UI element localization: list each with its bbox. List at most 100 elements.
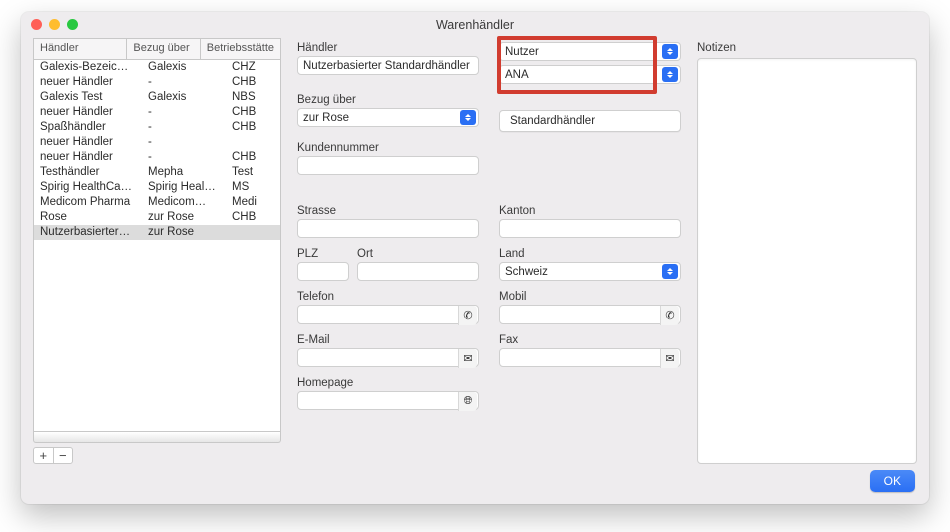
cell-handler: neuer Händler	[34, 105, 142, 120]
dealer-table[interactable]: Galexis-Bezeic…GalexisCHZneuer Händler-C…	[33, 59, 281, 432]
cell-betrieb: CHB	[226, 75, 280, 90]
table-row[interactable]: Galexis-Bezeic…GalexisCHZ	[34, 60, 280, 75]
cell-handler: neuer Händler	[34, 75, 142, 90]
plz-input[interactable]	[297, 262, 349, 281]
table-row[interactable]: Galexis TestGalexisNBS	[34, 90, 280, 105]
cell-bezug: -	[142, 105, 226, 120]
table-row[interactable]: Nutzerbasierter…zur Rose	[34, 225, 280, 240]
titlebar: Warenhändler	[21, 12, 929, 38]
strasse-input[interactable]	[297, 219, 479, 238]
phone-icon[interactable]: ✆	[660, 306, 679, 325]
window-title: Warenhändler	[436, 18, 514, 32]
cell-bezug: Galexis	[142, 60, 226, 75]
bezug-label: Bezug über	[297, 94, 479, 106]
telefon-input[interactable]: ✆	[297, 305, 479, 324]
cell-bezug: Spirig Heal…	[142, 180, 226, 195]
chevron-updown-icon	[662, 264, 678, 279]
kanton-input[interactable]	[499, 219, 681, 238]
ok-button[interactable]: OK	[870, 470, 915, 492]
email-input[interactable]: ✉	[297, 348, 479, 367]
chevron-updown-icon	[662, 67, 678, 82]
cell-betrieb: NBS	[226, 90, 280, 105]
mobil-input[interactable]: ✆	[499, 305, 681, 324]
cell-betrieb: CHB	[226, 105, 280, 120]
cell-handler: Spirig HealthCa…	[34, 180, 142, 195]
phone-icon[interactable]: ✆	[458, 306, 477, 325]
user-select[interactable]: ANA	[499, 65, 681, 84]
table-row[interactable]: Spirig HealthCa…Spirig Heal…MS	[34, 180, 280, 195]
notes-textarea[interactable]	[697, 58, 917, 464]
envelope-icon[interactable]: ✉	[660, 349, 679, 368]
col-handler[interactable]: Händler	[34, 39, 127, 59]
handler-input[interactable]: Nutzerbasierter Standardhändler	[297, 56, 479, 75]
land-label: Land	[499, 248, 681, 260]
col-betrieb[interactable]: Betriebsstätte	[201, 39, 280, 59]
cell-betrieb: Medi	[226, 195, 280, 210]
user-select-value: ANA	[505, 69, 529, 81]
scope-select[interactable]: Nutzer	[499, 42, 681, 61]
telefon-label: Telefon	[297, 291, 479, 303]
globe-icon[interactable]: 🌐︎	[458, 392, 477, 411]
minimize-icon[interactable]	[49, 19, 60, 30]
cell-betrieb	[226, 135, 280, 150]
land-select-value: Schweiz	[505, 266, 548, 278]
ort-input[interactable]	[357, 262, 479, 281]
remove-dealer-button[interactable]: −	[54, 448, 73, 463]
dealer-detail-form: Händler Nutzerbasierter Standardhändler …	[297, 38, 681, 464]
cell-bezug: zur Rose	[142, 210, 226, 225]
table-row[interactable]: neuer Händler-CHB	[34, 105, 280, 120]
cell-handler: Rose	[34, 210, 142, 225]
handler-label: Händler	[297, 42, 479, 54]
cell-handler: neuer Händler	[34, 135, 142, 150]
table-row[interactable]: Medicom PharmaMedicom…Medi	[34, 195, 280, 210]
cell-betrieb: Test	[226, 165, 280, 180]
kundennr-label: Kundennummer	[297, 142, 479, 154]
bezug-select-value: zur Rose	[303, 112, 349, 124]
dialog-window: Warenhändler Händler Bezug über Betriebs…	[21, 12, 929, 504]
cell-betrieb: CHB	[226, 210, 280, 225]
table-row[interactable]: Spaßhändler-CHB	[34, 120, 280, 135]
cell-bezug: -	[142, 120, 226, 135]
cell-betrieb: CHZ	[226, 60, 280, 75]
add-dealer-button[interactable]: +	[34, 448, 54, 463]
dealer-table-header: Händler Bezug über Betriebsstätte	[33, 38, 281, 59]
cell-betrieb: CHB	[226, 150, 280, 165]
kundennr-input[interactable]	[297, 156, 479, 175]
kanton-label: Kanton	[499, 205, 681, 217]
chevron-updown-icon	[460, 110, 476, 125]
cell-handler: Testhändler	[34, 165, 142, 180]
scope-select-value: Nutzer	[505, 46, 539, 58]
table-row[interactable]: TesthändlerMephaTest	[34, 165, 280, 180]
bezug-select[interactable]: zur Rose	[297, 108, 479, 127]
standard-dealer-button[interactable]: Standardhändler	[499, 110, 681, 132]
ort-label: Ort	[357, 248, 479, 260]
strasse-label: Strasse	[297, 205, 479, 217]
cell-handler: Medicom Pharma	[34, 195, 142, 210]
homepage-input[interactable]: 🌐︎	[297, 391, 479, 410]
col-bezug[interactable]: Bezug über	[127, 39, 200, 59]
fax-label: Fax	[499, 334, 681, 346]
table-row[interactable]: neuer Händler-CHB	[34, 150, 280, 165]
cell-betrieb: MS	[226, 180, 280, 195]
cell-bezug: Medicom…	[142, 195, 226, 210]
cell-handler: neuer Händler	[34, 150, 142, 165]
cell-bezug: Galexis	[142, 90, 226, 105]
cell-bezug: zur Rose	[142, 225, 226, 240]
table-row[interactable]: neuer Händler-CHB	[34, 75, 280, 90]
notes-label: Notizen	[697, 42, 917, 54]
table-row[interactable]: neuer Händler-	[34, 135, 280, 150]
cell-bezug: -	[142, 75, 226, 90]
homepage-label: Homepage	[297, 377, 479, 389]
close-icon[interactable]	[31, 19, 42, 30]
zoom-icon[interactable]	[67, 19, 78, 30]
fax-input[interactable]: ✉	[499, 348, 681, 367]
horizontal-scrollbar[interactable]	[33, 432, 281, 443]
envelope-icon[interactable]: ✉	[458, 349, 477, 368]
cell-bezug: Mepha	[142, 165, 226, 180]
mobil-label: Mobil	[499, 291, 681, 303]
land-select[interactable]: Schweiz	[499, 262, 681, 281]
table-row[interactable]: Rosezur RoseCHB	[34, 210, 280, 225]
cell-bezug: -	[142, 135, 226, 150]
cell-betrieb	[226, 225, 280, 240]
cell-handler: Nutzerbasierter…	[34, 225, 142, 240]
